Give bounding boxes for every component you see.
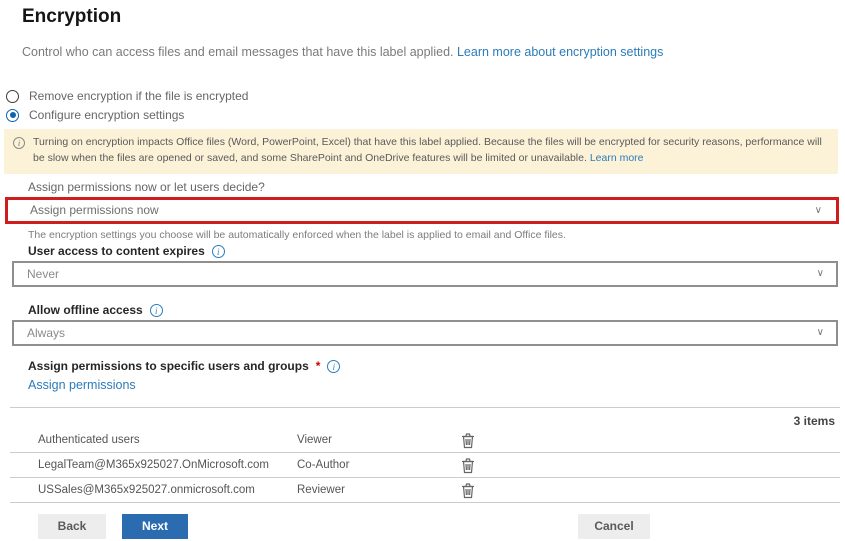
assign-mode-select[interactable]: Assign permissions now ∨ [5, 197, 839, 224]
chevron-down-icon: ∨ [816, 327, 824, 338]
info-icon[interactable]: i [149, 303, 163, 317]
radio-remove-encryption[interactable]: Remove encryption if the file is encrypt… [6, 88, 248, 104]
assign-users-label-row: Assign permissions to specific users and… [28, 359, 341, 373]
radio-icon [6, 89, 19, 103]
page-title: Encryption [22, 6, 122, 27]
trash-icon[interactable] [460, 432, 478, 450]
assign-mode-value: Assign permissions now [30, 203, 159, 217]
radio-label: Configure encryption settings [29, 108, 185, 122]
trash-icon[interactable] [460, 482, 478, 500]
banner-learn-more-link[interactable]: Learn more [590, 152, 644, 164]
offline-value: Always [27, 326, 66, 340]
assign-users-label: Assign permissions to specific users and… [28, 359, 309, 373]
user-cell: USSales@M365x925027.onmicrosoft.com [38, 484, 255, 496]
cancel-button[interactable]: Cancel [578, 514, 650, 539]
permission-cell: Co-Author [297, 459, 350, 471]
assign-permissions-link[interactable]: Assign permissions [28, 378, 136, 392]
offline-select[interactable]: Always ∨ [12, 320, 838, 346]
info-icon: i [13, 137, 25, 149]
table-row: USSales@M365x925027.onmicrosoft.com Revi… [10, 478, 840, 503]
user-cell: LegalTeam@M365x925027.OnMicrosoft.com [38, 459, 269, 471]
trash-icon[interactable] [460, 457, 478, 475]
table-top-divider [10, 407, 840, 408]
assign-mode-label: Assign permissions now or let users deci… [28, 180, 265, 194]
next-button[interactable]: Next [122, 514, 188, 539]
expires-value: Never [27, 267, 60, 281]
permission-cell: Viewer [297, 434, 332, 446]
learn-more-encryption-link[interactable]: Learn more about encryption settings [457, 45, 663, 59]
back-button[interactable]: Back [38, 514, 106, 539]
info-icon[interactable]: i [211, 244, 225, 258]
encryption-info-banner: i Turning on encryption impacts Office f… [4, 129, 838, 174]
table-row: Authenticated users Viewer [10, 428, 840, 453]
banner-text: Turning on encryption impacts Office fil… [33, 136, 822, 164]
expires-label-row: User access to content expires i [28, 244, 225, 258]
table-row: LegalTeam@M365x925027.OnMicrosoft.com Co… [10, 453, 840, 478]
radio-icon [6, 108, 19, 122]
items-count: 3 items [793, 414, 835, 428]
chevron-down-icon: ∨ [816, 268, 824, 279]
offline-label-row: Allow offline access i [28, 303, 163, 317]
banner-text-wrap: Turning on encryption impacts Office fil… [33, 135, 828, 167]
info-icon[interactable]: i [327, 359, 341, 373]
page-description: Control who can access files and email m… [22, 45, 663, 59]
page-description-text: Control who can access files and email m… [22, 45, 454, 59]
radio-label: Remove encryption if the file is encrypt… [29, 89, 249, 103]
chevron-down-icon: ∨ [814, 205, 822, 216]
assign-mode-helper-text: The encryption settings you choose will … [28, 229, 566, 241]
user-cell: Authenticated users [38, 434, 140, 446]
offline-label: Allow offline access [28, 303, 143, 317]
expires-select[interactable]: Never ∨ [12, 261, 838, 287]
required-asterisk: * [315, 359, 321, 373]
permission-cell: Reviewer [297, 484, 345, 496]
radio-configure-encryption[interactable]: Configure encryption settings [6, 107, 184, 123]
expires-label: User access to content expires [28, 244, 205, 258]
